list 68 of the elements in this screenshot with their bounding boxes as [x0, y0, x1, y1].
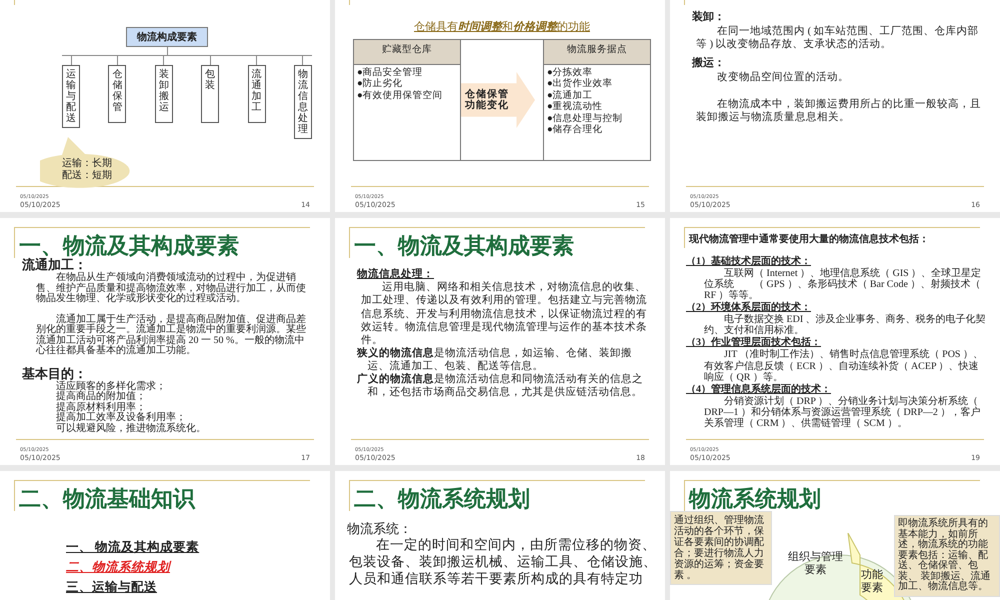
slide-title: 二、物流系统规划	[354, 487, 530, 512]
paragraph: 提高商品的附加值；	[55, 392, 147, 402]
paragraph: 分销资源计划（ DRP ）、分销业务计划与决策分析系统（ DRP—1 ）和分销体系与资源运营管理系统（ DRP—2 ），客户关系管理（ CRM ）、供需链管理（ SCM ）。	[703, 396, 982, 430]
paragraph: 提高原材料利用率；	[55, 402, 146, 413]
paragraph: 电子数据交换 EDI 、涉及企业事务、商务、税务的电子化契约、支付和信用标准。	[703, 314, 987, 336]
list-item: ●重视流动性	[546, 102, 604, 113]
paragraph: 适应顾客的多样化需求；	[55, 382, 167, 392]
root-node: 物流构成要素	[126, 27, 208, 47]
paragraph: 在一定的时间和空间内，由所需位移的物资、包装设备、装卸搬运机械、运输工具、仓储设施、人员和通信联系等若干要素所构成的具有特定功	[349, 537, 658, 588]
paragraph: 提高加工效率及设备利用率；	[55, 413, 186, 424]
slide-thumbnail[interactable]: 二、物流基础知识 一、 物流及其构成要素 二、物流系统规划 三、运输与配送	[0, 471, 330, 600]
paragraph: JIT （准时制工作法）、销售时点信息管理系统（ POS ）、有效客户信息反馈（ ECR ）、自动连续补货（ ACEP ）、快速响应（ QR ）等。	[703, 349, 984, 383]
outline-link[interactable]: 二、物流系统规划	[66, 559, 170, 576]
slide-thumbnail[interactable]	[0, 218, 330, 465]
section-heading: 搬运：	[692, 57, 726, 71]
paragraph: 狭义的物流信息是物流活动信息，如运输、仓储、装卸搬运、流通加工、包装、配送等信息。	[357, 346, 633, 372]
paragraph: 在同一地域范围内 ( 如车站范围、工厂范围、仓库内部等 ) 以改变物品存放、支承状态的活动。	[695, 24, 980, 51]
section-heading: 基本目的：	[22, 366, 87, 381]
column-header: 物流服务据点	[544, 40, 650, 65]
section-heading: 物流信息处理：	[357, 268, 435, 281]
slide-heading: 仓储具有时间调整和价格调整的功能	[413, 20, 591, 34]
slide-thumbnail[interactable]	[335, 218, 665, 465]
section-heading: （4）管理信息系统层面的技术：	[686, 383, 832, 396]
section-heading: 装卸：	[692, 11, 726, 25]
list-item: ●分拣效率	[546, 68, 594, 78]
section-heading: （2）环境体系层面的技术：	[686, 301, 812, 314]
paragraph: 在物流成本中，装卸搬运费用所占的比重一般较高，且装卸搬运与物流质量息息相关。	[695, 98, 982, 124]
callout-note: 即物流系统所具有的基本能力，如前所述，物流系统的功能要素包括：运输、配送、仓储保管、包装、 装卸搬运、流通加工、物流信息等。	[894, 515, 1000, 597]
paragraph: 互联网（ Internet ）、地理信息系统（ GIS ）、全球卫星定位系统 （ GPS ）、条形码技术（ Bar Code ）、射频技术（ RF ）等等。	[703, 268, 982, 301]
branch-node: 装卸搬运	[154, 65, 173, 124]
diagram-label: 组织与管理要素	[788, 551, 843, 578]
paragraph: 现代物流管理中通常要使用大量的物流信息技术包括：	[689, 234, 930, 246]
slide-thumbnail[interactable]: 物流系统规划 通过组织、管理物流活动的各个环节，保证各要素间的协调配合；要进行物流人力资源的运筹；资金要素 。 组织与管理要素 功能要素 即物流系统所具有的基本能力，如前所述，物流系统的功能要素包括：运输、配送、仓储保管、包装、 装卸搬运、流通加工、物流信息等。	[670, 471, 1000, 600]
list-item: ●信息处理与控制	[546, 114, 624, 124]
list-item: ●商品安全管理	[356, 68, 424, 78]
paragraph: 广义的物流信息是物流活动信息和同物流活动有关的信息之和，还包括市场商品交易信息，尤其是供应链活动信息。	[357, 373, 644, 400]
section-heading: （3）作业管理层面技术包括：	[686, 336, 822, 348]
callout-text: 配送：短期	[62, 170, 112, 182]
callout-note: 通过组织、管理物流活动的各个环节，保证各要素间的协调配合；要进行物流人力资源的运筹；资金要素 。	[670, 511, 772, 586]
slide-title: 二、物流基础知识	[19, 487, 195, 512]
outline-link[interactable]: 一、 物流及其构成要素	[66, 539, 200, 556]
list-item: ●储存合理化	[546, 124, 604, 136]
list-item: ●有效使用保管空间	[356, 90, 444, 102]
column-header: 贮藏型仓库	[354, 40, 460, 65]
diagram-label: 功能要素	[860, 569, 884, 596]
slide-thumbnail[interactable]: 二、物流系统规划 物流系统： 在一定的时间和空间内，由所需位移的物资、包装设备、装卸搬运机械、运输工具、仓储设施、人员和通信联系等若干要素所构成的具有特定功	[335, 471, 665, 600]
branch-node: 运输与配送	[62, 65, 80, 128]
slide-title: 一、物流及其构成要素	[354, 234, 574, 258]
branch-node: 物流信息处理	[294, 65, 312, 140]
slide-thumbnail[interactable]	[670, 218, 1000, 465]
branch-node: 包装	[201, 65, 220, 124]
paragraph: 物流系统：	[347, 521, 413, 538]
paragraph: 流通加工属于生产活动，是提高商品附加值、促进商品差别化的重要手段之一。流通加工是物流中的重要利润源。某些流通加工活动可将产品利润率提高 20 一 50 %。一般的物流中心往往都具备基本的流通加工功能。	[34, 314, 307, 357]
slide-title: 一、物流及其构成要素	[19, 234, 239, 258]
paragraph: 可以规避风险，推进物流系统化。	[55, 424, 207, 434]
branch-node: 仓储保管	[108, 65, 126, 124]
paragraph: 运用电脑、网络和相关信息技术，对物流信息的收集、加工处理、传递以及有效利用的管理。包括建立与完善物流信息系统、开发与利用物流信息技术，以保证物流过程的有效运转。物流信息管理是现代物流管理与运作的基本技术条件。	[360, 281, 647, 346]
list-item: ●出货作业效率	[546, 79, 614, 90]
slide-title: 物流系统规划	[689, 487, 821, 512]
section-heading: 流通加工：	[22, 258, 87, 272]
outline-link[interactable]: 三、运输与配送	[66, 579, 157, 596]
list-item: ●流通加工	[546, 90, 594, 101]
callout-text: 运输：长期	[62, 158, 112, 170]
list-item: ●防止劣化	[356, 79, 404, 90]
paragraph: 改变物品空间位置的活动。	[716, 70, 850, 84]
section-heading: （1）基础技术层面的技术：	[686, 254, 812, 268]
branch-node: 流通加工	[248, 65, 266, 124]
paragraph: 在物品从生产领域向消费领域流动的过程中，为促进销售、维护产品质量和提高物流效率，对物品进行加工，从而使物品发生物理、化学或形状变化的过程或活动。	[35, 273, 307, 305]
